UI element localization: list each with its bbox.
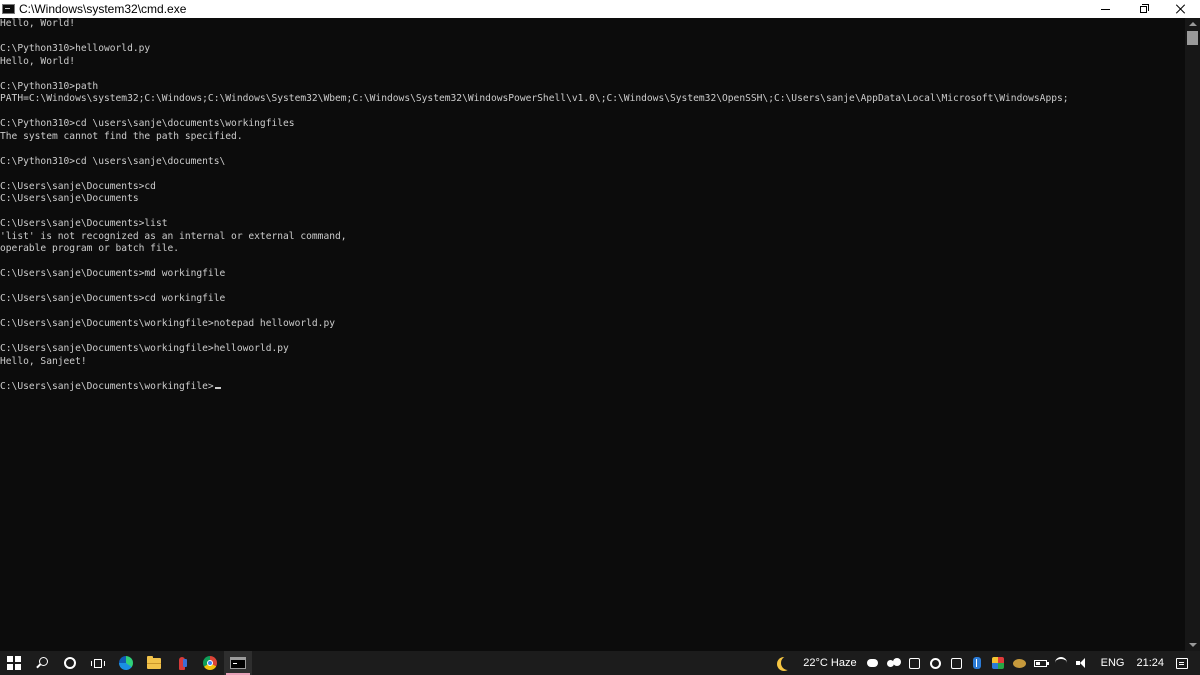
weather-text: 22°C Haze (803, 657, 857, 669)
display-icon (950, 657, 962, 669)
command-prompt-icon (230, 657, 246, 669)
security-tray[interactable] (992, 651, 1005, 675)
battery-icon (1033, 659, 1049, 667)
console-area[interactable]: Hello, World! C:\Python310>helloworld.py… (0, 18, 1185, 651)
pinned-app-button[interactable] (168, 651, 196, 675)
window-title-bar[interactable]: C:\Windows\system32\cmd.exe (0, 0, 1200, 18)
edge-button[interactable] (112, 651, 140, 675)
console-output: Hello, World! C:\Python310>helloworld.py… (0, 18, 1185, 393)
system-tray: 22°C Haze ENG 21:24 (775, 651, 1200, 675)
edge-icon (119, 656, 133, 670)
console-prompt: C:\Users\sanje\Documents\workingfile> (0, 380, 214, 392)
bluetooth-tray[interactable] (971, 651, 984, 675)
console-lines: Hello, World! C:\Python310>helloworld.py… (0, 18, 1069, 367)
discord-tray[interactable] (866, 651, 879, 675)
people-tray[interactable] (886, 651, 901, 675)
app-tray[interactable] (1012, 651, 1026, 675)
restore-icon (1139, 3, 1149, 13)
meet-now-tray[interactable] (908, 651, 921, 675)
network-tray[interactable] (1055, 651, 1068, 675)
scrollbar-thumb[interactable] (1187, 31, 1198, 45)
battery-tray[interactable] (1033, 651, 1049, 675)
bluetooth-icon (973, 657, 982, 669)
chrome-icon (203, 656, 217, 670)
console-line: C:\Users\sanje\Documents (0, 193, 139, 204)
start-button[interactable] (0, 651, 28, 675)
people-icon (886, 658, 901, 668)
app-icon (179, 656, 187, 670)
console-line: C:\Python310>path (0, 80, 99, 92)
minimize-button[interactable] (1086, 0, 1124, 18)
record-icon (929, 657, 941, 669)
search-icon (39, 657, 48, 666)
display-tray[interactable] (950, 651, 963, 675)
tray-app-icon (1012, 658, 1026, 668)
window-controls (1086, 0, 1200, 18)
action-center-button[interactable] (1176, 651, 1200, 675)
task-view-button[interactable] (84, 651, 112, 675)
console-line: C:\Python310>helloworld.py (0, 43, 151, 54)
console-line: Hello, Sanjeet! (0, 355, 87, 367)
cmd-app-icon[interactable] (2, 4, 15, 14)
task-view-icon (91, 658, 105, 669)
record-tray[interactable] (929, 651, 942, 675)
console-line: Hello, World! (0, 18, 76, 29)
scroll-down-icon[interactable] (1189, 643, 1197, 647)
scroll-up-icon[interactable] (1189, 22, 1197, 26)
notification-icon (1176, 657, 1188, 669)
text-cursor (214, 386, 221, 389)
console-line: operable program or batch file. (0, 243, 180, 254)
discord-icon (866, 659, 878, 667)
search-button[interactable] (28, 651, 56, 675)
close-icon (1176, 4, 1186, 14)
console-line: C:\Users\sanje\Documents>cd (0, 180, 156, 192)
console-line: 'list' is not recognized as an internal … (0, 230, 347, 242)
wifi-icon (1055, 657, 1068, 669)
vertical-scrollbar[interactable] (1185, 18, 1200, 651)
input-language[interactable]: ENG (1101, 651, 1125, 675)
volume-icon (1076, 658, 1088, 668)
close-button[interactable] (1162, 0, 1200, 18)
console-line: The system cannot find the path specifie… (0, 130, 243, 142)
console-line: C:\Users\sanje\Documents>cd workingfile (0, 293, 226, 304)
cortana-icon (64, 657, 76, 669)
system-clock[interactable]: 21:24 (1136, 651, 1164, 675)
console-line: C:\Python310>cd \users\sanje\documents\w… (0, 118, 295, 129)
weather-widget[interactable]: 22°C Haze (775, 651, 861, 675)
taskbar: 22°C Haze ENG 21:24 (0, 651, 1200, 675)
chrome-button[interactable] (196, 651, 224, 675)
console-line: C:\Users\sanje\Documents\workingfile>not… (0, 318, 336, 329)
command-prompt-button[interactable] (224, 651, 252, 675)
windows-start-icon (7, 656, 21, 670)
console-line: PATH=C:\Windows\system32;C:\Windows;C:\W… (0, 93, 1069, 104)
console-line: C:\Users\sanje\Documents\workingfile>hel… (0, 343, 289, 354)
moon-icon (781, 656, 795, 670)
restore-button[interactable] (1124, 0, 1162, 18)
file-explorer-icon (147, 655, 161, 669)
console-line: C:\Users\sanje\Documents>md workingfile (0, 268, 226, 279)
volume-tray[interactable] (1076, 651, 1089, 675)
file-explorer-button[interactable] (140, 651, 168, 675)
cortana-button[interactable] (56, 651, 84, 675)
console-line: Hello, World! (0, 55, 76, 67)
console-line: C:\Users\sanje\Documents>list (0, 218, 168, 229)
console-line: C:\Python310>cd \users\sanje\documents\ (0, 155, 226, 167)
window-title: C:\Windows\system32\cmd.exe (19, 2, 187, 16)
minimize-icon (1100, 8, 1110, 10)
security-shield-icon (992, 657, 1005, 669)
meet-now-icon (908, 657, 920, 669)
